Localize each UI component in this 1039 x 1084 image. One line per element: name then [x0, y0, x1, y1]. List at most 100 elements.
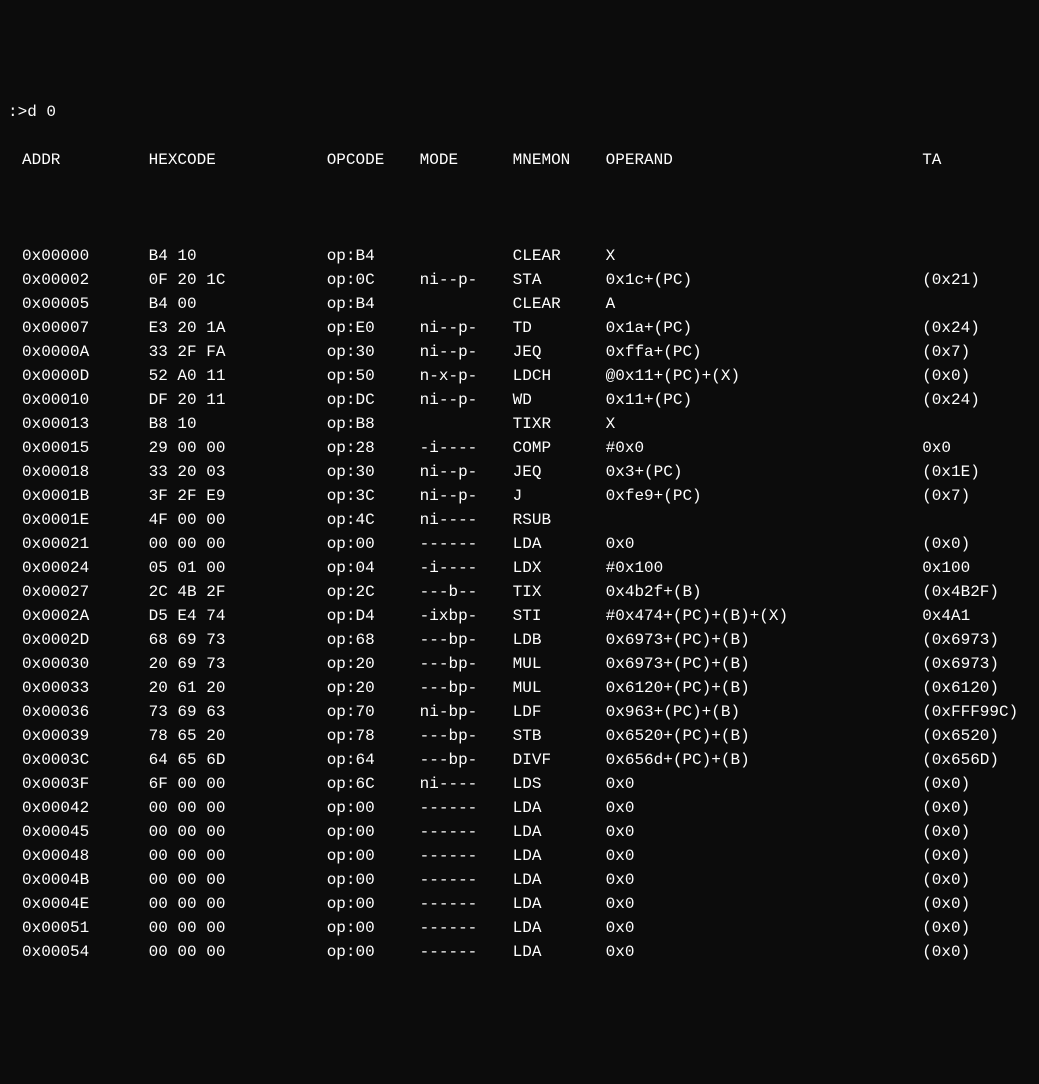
cell-ta: 0x4A1 [922, 604, 1031, 628]
cell-mode [420, 292, 513, 316]
cell-operand: 0xfe9+(PC) [606, 484, 923, 508]
disassembly-row: 0x0003C64 65 6Dop:64---bp-DIVF0x656d+(PC… [8, 748, 1031, 772]
cell-operand: A [606, 292, 923, 316]
cell-hexcode: 05 01 00 [149, 556, 327, 580]
cell-addr: 0x00033 [8, 676, 149, 700]
cell-operand: 0x1a+(PC) [606, 316, 923, 340]
cell-addr: 0x00030 [8, 652, 149, 676]
cell-ta: (0x24) [922, 316, 1031, 340]
disassembly-row: 0x0004500 00 00op:00------LDA0x0(0x0) [8, 820, 1031, 844]
cell-opcode: op:6C [327, 772, 420, 796]
cell-ta [922, 244, 1031, 268]
cell-addr: 0x00045 [8, 820, 149, 844]
cell-operand: 0x0 [606, 868, 923, 892]
cell-ta: (0x6120) [922, 676, 1031, 700]
disassembly-row: 0x0002D68 69 73op:68---bp-LDB0x6973+(PC)… [8, 628, 1031, 652]
command-prompt[interactable]: :>d 0 [8, 100, 1031, 124]
cell-operand: 0x656d+(PC)+(B) [606, 748, 923, 772]
disassembly-row: 0x0001529 00 00op:28-i----COMP#0x00x0 [8, 436, 1031, 460]
cell-opcode: op:04 [327, 556, 420, 580]
cell-mode: ni--p- [420, 340, 513, 364]
disassembly-row: 0x0004E00 00 00op:00------LDA0x0(0x0) [8, 892, 1031, 916]
cell-operand: 0x0 [606, 820, 923, 844]
cell-ta [922, 508, 1031, 532]
cell-hexcode: 33 2F FA [149, 340, 327, 364]
cell-operand: 0x6520+(PC)+(B) [606, 724, 923, 748]
cell-operand [606, 508, 923, 532]
cell-mode: ni---- [420, 508, 513, 532]
cell-operand: #0x100 [606, 556, 923, 580]
cell-hexcode: 33 20 03 [149, 460, 327, 484]
disassembly-row: 0x0000A33 2F FAop:30ni--p-JEQ0xffa+(PC)(… [8, 340, 1031, 364]
cell-hexcode: 78 65 20 [149, 724, 327, 748]
disassembly-row: 0x00000B4 10op:B4CLEARX [8, 244, 1031, 268]
cell-ta: 0x100 [922, 556, 1031, 580]
cell-addr: 0x0004E [8, 892, 149, 916]
cell-opcode: op:00 [327, 796, 420, 820]
disassembly-row: 0x0002405 01 00op:04-i----LDX#0x1000x100 [8, 556, 1031, 580]
cell-mnemon: JEQ [513, 460, 606, 484]
cell-addr: 0x0002D [8, 628, 149, 652]
cell-hexcode: 00 00 00 [149, 940, 327, 964]
cell-hexcode: B8 10 [149, 412, 327, 436]
cell-addr: 0x0003C [8, 748, 149, 772]
cell-hexcode: 00 00 00 [149, 916, 327, 940]
cell-opcode: op:B8 [327, 412, 420, 436]
cell-ta: (0x0) [922, 940, 1031, 964]
cell-mode: ------ [420, 844, 513, 868]
cell-operand: #0x474+(PC)+(B)+(X) [606, 604, 923, 628]
disassembly-row: 0x00010DF 20 11op:DCni--p-WD0x11+(PC)(0x… [8, 388, 1031, 412]
cell-operand: 0x0 [606, 532, 923, 556]
cell-hexcode: 68 69 73 [149, 628, 327, 652]
cell-mode: ------ [420, 916, 513, 940]
cell-opcode: op:00 [327, 532, 420, 556]
cell-addr: 0x0003F [8, 772, 149, 796]
cell-opcode: op:20 [327, 652, 420, 676]
cell-mode: ---b-- [420, 580, 513, 604]
cell-mnemon: TIX [513, 580, 606, 604]
cell-ta: (0x24) [922, 388, 1031, 412]
cell-addr: 0x00000 [8, 244, 149, 268]
cell-mode: ------ [420, 868, 513, 892]
cell-addr: 0x00002 [8, 268, 149, 292]
disassembly-row: 0x0002100 00 00op:00------LDA0x0(0x0) [8, 532, 1031, 556]
cell-ta: (0x0) [922, 796, 1031, 820]
cell-addr: 0x00015 [8, 436, 149, 460]
cell-mode [420, 412, 513, 436]
cell-mode: ---bp- [420, 628, 513, 652]
cell-operand: 0x0 [606, 940, 923, 964]
cell-mnemon: LDA [513, 532, 606, 556]
cell-opcode: op:4C [327, 508, 420, 532]
header-mode: MODE [420, 148, 513, 172]
cell-operand: 0x4b2f+(B) [606, 580, 923, 604]
cell-ta: (0x656D) [922, 748, 1031, 772]
cell-addr: 0x0000A [8, 340, 149, 364]
cell-addr: 0x0002A [8, 604, 149, 628]
header-ta: TA [922, 148, 1031, 172]
cell-addr: 0x00054 [8, 940, 149, 964]
cell-operand: 0x6120+(PC)+(B) [606, 676, 923, 700]
cell-opcode: op:68 [327, 628, 420, 652]
cell-mode: ---bp- [420, 652, 513, 676]
cell-mnemon: LDA [513, 940, 606, 964]
cell-mode: ni--p- [420, 484, 513, 508]
cell-mnemon: MUL [513, 652, 606, 676]
cell-operand: #0x0 [606, 436, 923, 460]
cell-mnemon: TD [513, 316, 606, 340]
cell-mnemon: LDA [513, 820, 606, 844]
cell-addr: 0x00039 [8, 724, 149, 748]
cell-mode: ------ [420, 892, 513, 916]
cell-ta: (0x7) [922, 484, 1031, 508]
cell-mode: ni--p- [420, 388, 513, 412]
cell-addr: 0x00024 [8, 556, 149, 580]
cell-operand: 0x3+(PC) [606, 460, 923, 484]
cell-addr: 0x00013 [8, 412, 149, 436]
cell-addr: 0x0001B [8, 484, 149, 508]
cell-opcode: op:00 [327, 820, 420, 844]
cell-addr: 0x00007 [8, 316, 149, 340]
disassembly-row: 0x0001E4F 00 00op:4Cni----RSUB [8, 508, 1031, 532]
cell-mnemon: LDS [513, 772, 606, 796]
disassembly-row: 0x0003978 65 20op:78---bp-STB0x6520+(PC)… [8, 724, 1031, 748]
cell-opcode: op:00 [327, 892, 420, 916]
cell-operand: X [606, 412, 923, 436]
